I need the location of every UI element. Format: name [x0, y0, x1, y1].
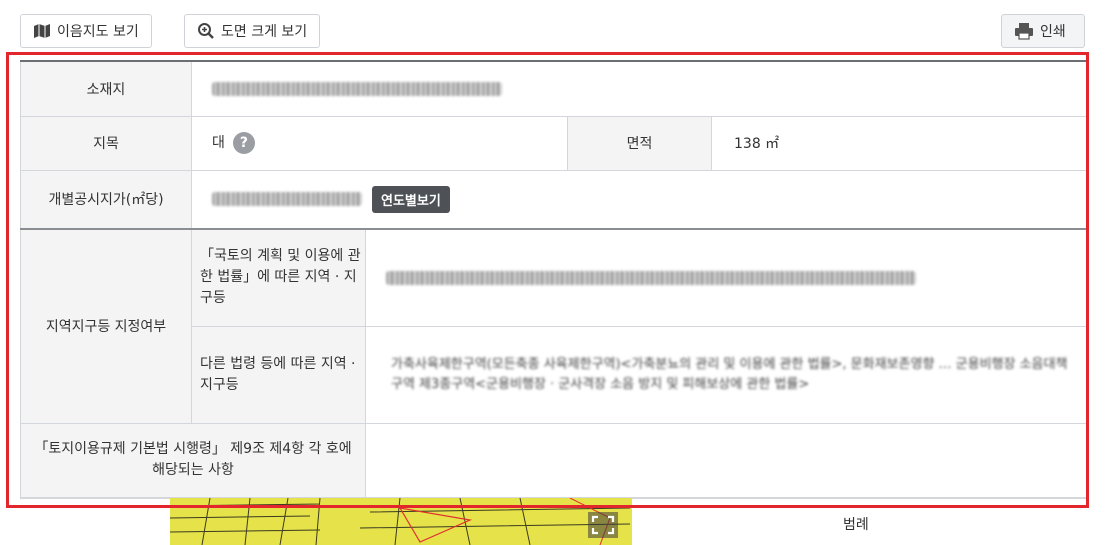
area-label: 면적 — [567, 115, 712, 171]
print-button[interactable]: 인쇄 — [1001, 14, 1085, 48]
redacted-price — [212, 192, 362, 207]
other-laws-label: 다른 법령 등에 따른 지역 · 지구등 — [191, 325, 366, 424]
area-value: 138 ㎡ — [711, 115, 1087, 171]
regulation-label: 「토지이용규제 기본법 시행령」 제9조 제4항 각 호에 해당되는 사항 — [20, 422, 366, 498]
regulation-row: 「토지이용규제 기본법 시행령」 제9조 제4항 각 호에 해당되는 사항 — [20, 422, 1087, 498]
yearly-view-button[interactable]: 연도별보기 — [372, 185, 450, 213]
zoom-in-icon — [197, 22, 215, 40]
redacted-address — [212, 81, 502, 96]
land-category-value: 대 — [212, 135, 225, 151]
redacted-zoning — [386, 270, 916, 285]
enlarge-drawing-button[interactable]: 도면 크게 보기 — [184, 14, 321, 48]
other-zoning-text: 가축사육제한구역(모든축종 사육제한구역)<가축분뇨의 관리 및 이용에 관한 … — [391, 357, 1068, 392]
other-zoning-value: 가축사육제한구역(모든축종 사육제한구역)<가축분뇨의 관리 및 이용에 관한 … — [365, 325, 1087, 424]
legend-title: 범례 — [843, 517, 869, 533]
zoning-label: 지역지구등 지정여부 — [20, 228, 192, 424]
land-info-table: 소재지 지목 대? 면적 138 ㎡ 개별공시지가(㎡당) 연도별보기 지역지구… — [20, 60, 1087, 498]
national-zoning-value — [365, 228, 1087, 327]
national-law-label: 「국토의 계획 및 이용에 관한 법률」에 따른 지역 · 지구등 — [191, 228, 366, 327]
land-category-cell: 대? — [191, 115, 568, 171]
printer-icon — [1014, 22, 1034, 40]
cadastral-map[interactable] — [170, 498, 632, 545]
map-view-button[interactable]: 이음지도 보기 — [20, 14, 152, 48]
national-zoning-row: 지역지구등 지정여부 「국토의 계획 및 이용에 관한 법률」에 따른 지역 ·… — [20, 228, 1087, 424]
official-price-row: 개별공시지가(㎡당) 연도별보기 — [20, 169, 1087, 230]
map-icon — [33, 23, 51, 39]
help-icon[interactable]: ? — [232, 132, 255, 154]
regulation-value — [365, 422, 1087, 498]
location-label: 소재지 — [20, 60, 192, 117]
map-view-label: 이음지도 보기 — [57, 24, 139, 40]
location-value — [191, 60, 1087, 117]
enlarge-drawing-label: 도면 크게 보기 — [221, 24, 308, 40]
land-category-label: 지목 — [20, 115, 192, 171]
print-label: 인쇄 — [1040, 24, 1066, 40]
official-price-cell: 연도별보기 — [191, 169, 1087, 230]
official-price-label: 개별공시지가(㎡당) — [20, 169, 192, 230]
location-row: 소재지 — [20, 60, 1087, 117]
category-area-row: 지목 대? 면적 138 ㎡ — [20, 115, 1087, 171]
